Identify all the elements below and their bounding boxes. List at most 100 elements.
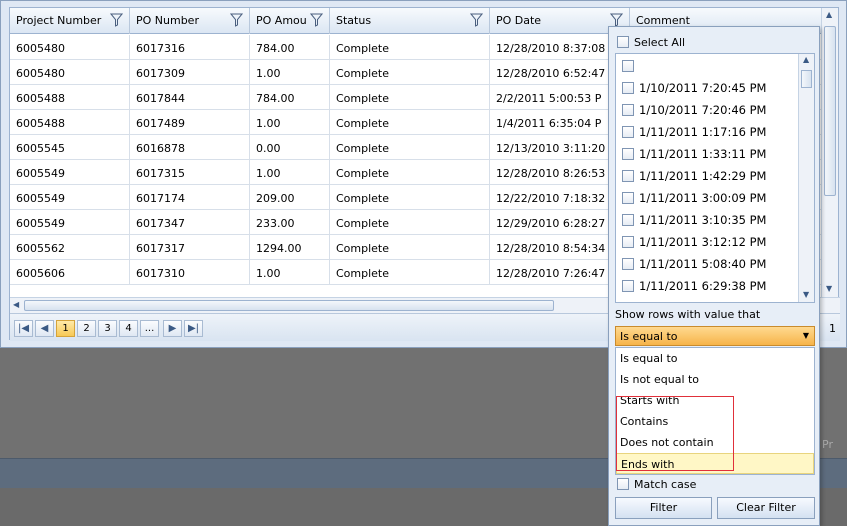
filter-value-item[interactable]: 1/10/2011 7:20:46 PM bbox=[622, 103, 766, 123]
scroll-up-icon[interactable]: ▲ bbox=[803, 55, 809, 64]
operator-option[interactable]: Is equal to bbox=[616, 348, 814, 369]
column-header-label: PO Amou bbox=[256, 14, 307, 27]
filter-list-scrollbar[interactable]: ▲ ▼ bbox=[798, 54, 814, 302]
column-header-label: Project Number bbox=[16, 14, 102, 27]
table-cell: Complete bbox=[330, 85, 490, 110]
table-cell: 6005549 bbox=[10, 160, 130, 185]
checkbox-icon[interactable] bbox=[622, 280, 634, 292]
page-button[interactable]: 2 bbox=[77, 320, 96, 337]
filter-value-list: 1/10/2011 7:20:45 PM 1/10/2011 7:20:46 PM… bbox=[615, 53, 815, 303]
checkbox-icon[interactable] bbox=[617, 478, 629, 490]
table-cell: 6017317 bbox=[130, 235, 250, 260]
filter-value-item[interactable]: 1/11/2011 3:12:12 PM bbox=[622, 235, 766, 255]
table-cell: 6005562 bbox=[10, 235, 130, 260]
table-cell: 1.00 bbox=[250, 60, 330, 85]
filter-value-label: 1/10/2011 7:20:45 PM bbox=[639, 81, 767, 95]
filter-funnel-icon[interactable] bbox=[309, 13, 324, 27]
table-cell: Complete bbox=[330, 210, 490, 235]
table-cell: 6017174 bbox=[130, 185, 250, 210]
filter-value-item[interactable]: 1/11/2011 3:10:35 PM bbox=[622, 213, 766, 233]
operator-selected-value: Is equal to bbox=[620, 330, 678, 343]
table-cell: 6017316 bbox=[130, 35, 250, 60]
filter-value-item[interactable] bbox=[622, 59, 639, 79]
filter-funnel-icon[interactable] bbox=[109, 13, 124, 27]
table-cell: 6017315 bbox=[130, 160, 250, 185]
grid-vertical-scrollbar[interactable]: ▲ ▼ bbox=[821, 8, 838, 297]
checkbox-icon[interactable] bbox=[617, 36, 629, 48]
filter-button[interactable]: Filter bbox=[615, 497, 712, 519]
table-cell: 6017347 bbox=[130, 210, 250, 235]
checkbox-icon[interactable] bbox=[622, 170, 634, 182]
match-case-checkbox[interactable]: Match case bbox=[617, 477, 696, 491]
scroll-thumb[interactable] bbox=[24, 300, 554, 311]
column-header[interactable]: PO Number bbox=[130, 8, 250, 34]
table-cell: 6005549 bbox=[10, 185, 130, 210]
checkbox-icon[interactable] bbox=[622, 214, 634, 226]
filter-funnel-icon[interactable] bbox=[229, 13, 244, 27]
table-cell: 784.00 bbox=[250, 35, 330, 60]
column-header[interactable]: PO Amou bbox=[250, 8, 330, 34]
table-cell: 6017489 bbox=[130, 110, 250, 135]
table-cell: 784.00 bbox=[250, 85, 330, 110]
filter-value-label: 1/11/2011 3:00:09 PM bbox=[639, 191, 767, 205]
chevron-down-icon[interactable]: ▼ bbox=[803, 331, 809, 340]
table-cell: Complete bbox=[330, 135, 490, 160]
match-case-label: Match case bbox=[634, 477, 697, 491]
filter-value-item[interactable]: 1/11/2011 1:42:29 PM bbox=[622, 169, 766, 189]
table-cell: 1.00 bbox=[250, 110, 330, 135]
filter-value-item[interactable]: 1/11/2011 6:29:38 PM bbox=[622, 279, 766, 299]
page-button[interactable]: ... bbox=[140, 320, 159, 337]
first-page-icon[interactable]: |◀ bbox=[14, 320, 33, 337]
table-cell: Complete bbox=[330, 260, 490, 285]
table-cell: 6005606 bbox=[10, 260, 130, 285]
table-cell: Complete bbox=[330, 60, 490, 85]
checkbox-icon[interactable] bbox=[622, 192, 634, 204]
column-header[interactable]: Status bbox=[330, 8, 490, 34]
scroll-down-icon[interactable]: ▼ bbox=[826, 284, 832, 293]
operator-dropdown[interactable]: Is equal to ▼ bbox=[615, 326, 815, 346]
operator-option[interactable]: Is not equal to bbox=[616, 369, 814, 390]
filter-value-item[interactable]: 1/11/2011 3:00:09 PM bbox=[622, 191, 766, 211]
page-button[interactable]: 1 bbox=[56, 320, 75, 337]
scroll-left-icon[interactable]: ◀ bbox=[13, 300, 19, 309]
checkbox-icon[interactable] bbox=[622, 60, 634, 72]
checkbox-icon[interactable] bbox=[622, 126, 634, 138]
annotation-highlight-box bbox=[616, 396, 734, 471]
filter-funnel-icon[interactable] bbox=[609, 13, 624, 27]
clear-filter-button[interactable]: Clear Filter bbox=[717, 497, 815, 519]
table-cell: 1294.00 bbox=[250, 235, 330, 260]
table-cell: 6005480 bbox=[10, 60, 130, 85]
table-cell: Complete bbox=[330, 35, 490, 60]
table-cell: 1.00 bbox=[250, 260, 330, 285]
checkbox-icon[interactable] bbox=[622, 236, 634, 248]
filter-value-item[interactable]: 1/11/2011 1:33:11 PM bbox=[622, 147, 766, 167]
prev-page-icon[interactable]: ◀ bbox=[35, 320, 54, 337]
checkbox-icon[interactable] bbox=[622, 104, 634, 116]
filter-value-item[interactable]: 1/11/2011 5:08:40 PM bbox=[622, 257, 766, 277]
table-cell: Complete bbox=[330, 110, 490, 135]
page-button[interactable]: 3 bbox=[98, 320, 117, 337]
table-cell: Complete bbox=[330, 185, 490, 210]
scroll-down-icon[interactable]: ▼ bbox=[803, 290, 809, 299]
checkbox-icon[interactable] bbox=[622, 82, 634, 94]
scroll-thumb[interactable] bbox=[801, 70, 812, 88]
checkbox-icon[interactable] bbox=[622, 258, 634, 270]
table-cell: 209.00 bbox=[250, 185, 330, 210]
scroll-thumb[interactable] bbox=[824, 26, 836, 196]
last-page-icon[interactable]: ▶| bbox=[184, 320, 203, 337]
checkbox-icon[interactable] bbox=[622, 148, 634, 160]
table-cell: 6005488 bbox=[10, 110, 130, 135]
page-button[interactable]: 4 bbox=[119, 320, 138, 337]
select-all-checkbox[interactable]: Select All bbox=[617, 35, 685, 49]
table-cell: 233.00 bbox=[250, 210, 330, 235]
filter-funnel-icon[interactable] bbox=[469, 13, 484, 27]
next-page-icon[interactable]: ▶ bbox=[163, 320, 182, 337]
column-header[interactable]: Project Number bbox=[10, 8, 130, 34]
filter-value-label: 1/11/2011 5:08:40 PM bbox=[639, 257, 767, 271]
scroll-up-icon[interactable]: ▲ bbox=[826, 10, 832, 19]
filter-value-item[interactable]: 1/10/2011 7:20:45 PM bbox=[622, 81, 766, 101]
column-header-label: PO Number bbox=[136, 14, 199, 27]
table-cell: 6005545 bbox=[10, 135, 130, 160]
filter-value-item[interactable]: 1/11/2011 1:17:16 PM bbox=[622, 125, 766, 145]
table-cell: Complete bbox=[330, 235, 490, 260]
